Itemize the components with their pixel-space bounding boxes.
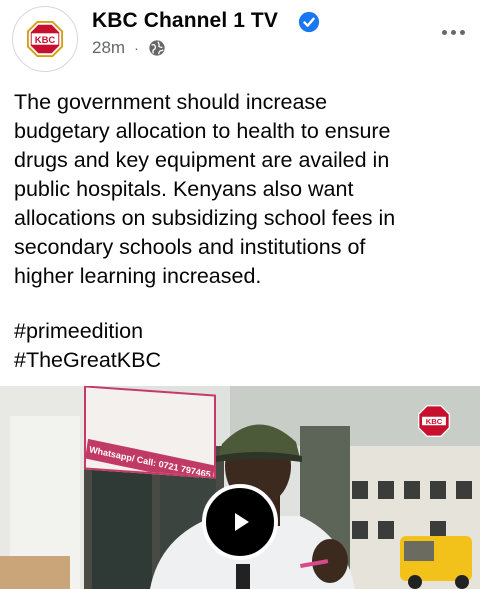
kbc-logo-icon: KBC xyxy=(26,20,64,58)
more-dot xyxy=(441,29,447,35)
kbc-watermark-icon: KBC xyxy=(418,405,450,437)
play-icon xyxy=(235,513,249,531)
post-timestamp[interactable]: 28m xyxy=(92,38,125,58)
meta-separator: · xyxy=(134,40,139,56)
post-hashtags: #primeedition #TheGreatKBC xyxy=(14,317,161,375)
more-dot xyxy=(459,29,465,35)
svg-text:KBC: KBC xyxy=(426,417,443,426)
more-dot xyxy=(450,29,456,35)
post-header: KBC KBC Channel 1 TV 28m · xyxy=(0,0,480,80)
video-player[interactable]: Whatsapp/ Call: 0721 797465 KBC xyxy=(0,386,480,589)
verified-badge-icon xyxy=(298,11,320,33)
page-name[interactable]: KBC Channel 1 TV xyxy=(92,9,278,33)
page-avatar[interactable]: KBC xyxy=(12,6,78,72)
hashtag-link[interactable]: #primeedition xyxy=(14,317,161,346)
post-body-text: The government should increase budgetary… xyxy=(14,90,396,288)
play-button[interactable] xyxy=(202,484,278,560)
svg-text:KBC: KBC xyxy=(35,35,56,46)
more-options-button[interactable] xyxy=(438,22,468,42)
globe-icon[interactable] xyxy=(148,39,166,57)
shop-sign: Whatsapp/ Call: 0721 797465 xyxy=(84,386,216,479)
post-meta: 28m · xyxy=(92,37,166,59)
hashtag-link[interactable]: #TheGreatKBC xyxy=(14,346,161,375)
